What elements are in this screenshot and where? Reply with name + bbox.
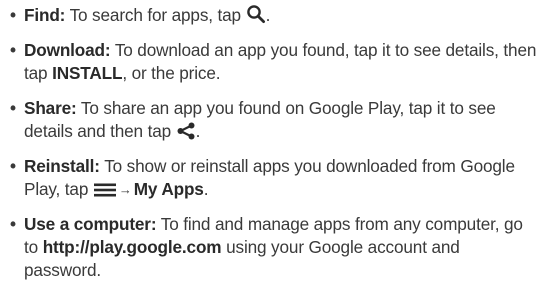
play-store-link[interactable]: http://play.google.com (43, 237, 222, 257)
tip-text-end: . (195, 121, 201, 141)
tip-term: Use a computer: (24, 214, 157, 234)
share-icon (176, 122, 196, 140)
help-page: • Find: To search for apps, tap . • Down… (0, 0, 548, 305)
arrow-icon: → (118, 182, 132, 197)
tip-text-end: , or the price. (122, 63, 221, 83)
install-label: INSTALL (52, 63, 123, 83)
tip-share: • Share: To share an app you found on Go… (10, 97, 540, 143)
my-apps-label: My Apps (133, 179, 204, 199)
bullet: • (10, 214, 16, 234)
bullet: • (10, 156, 16, 176)
bullet: • (10, 40, 16, 60)
menu-icon (93, 182, 117, 198)
tip-download: • Download: To download an app you found… (10, 39, 540, 85)
tip-text-end: . (203, 179, 209, 199)
tip-text: To search for apps, tap (69, 5, 242, 25)
tip-term: Download: (24, 40, 111, 60)
tip-text-end: . (265, 5, 271, 25)
bullet: • (10, 98, 16, 118)
tip-text: To share an app you found on Google Play… (24, 98, 496, 141)
tip-find: • Find: To search for apps, tap . (10, 4, 540, 27)
tip-term: Reinstall: (24, 156, 100, 176)
search-icon (246, 4, 266, 24)
bullet: • (10, 5, 16, 25)
tip-term: Find: (24, 5, 66, 25)
tip-use-computer: • Use a computer: To find and manage app… (10, 213, 540, 282)
tips-list: • Find: To search for apps, tap . • Down… (10, 4, 540, 282)
tip-reinstall: • Reinstall: To show or reinstall apps y… (10, 155, 540, 201)
tip-term: Share: (24, 98, 77, 118)
